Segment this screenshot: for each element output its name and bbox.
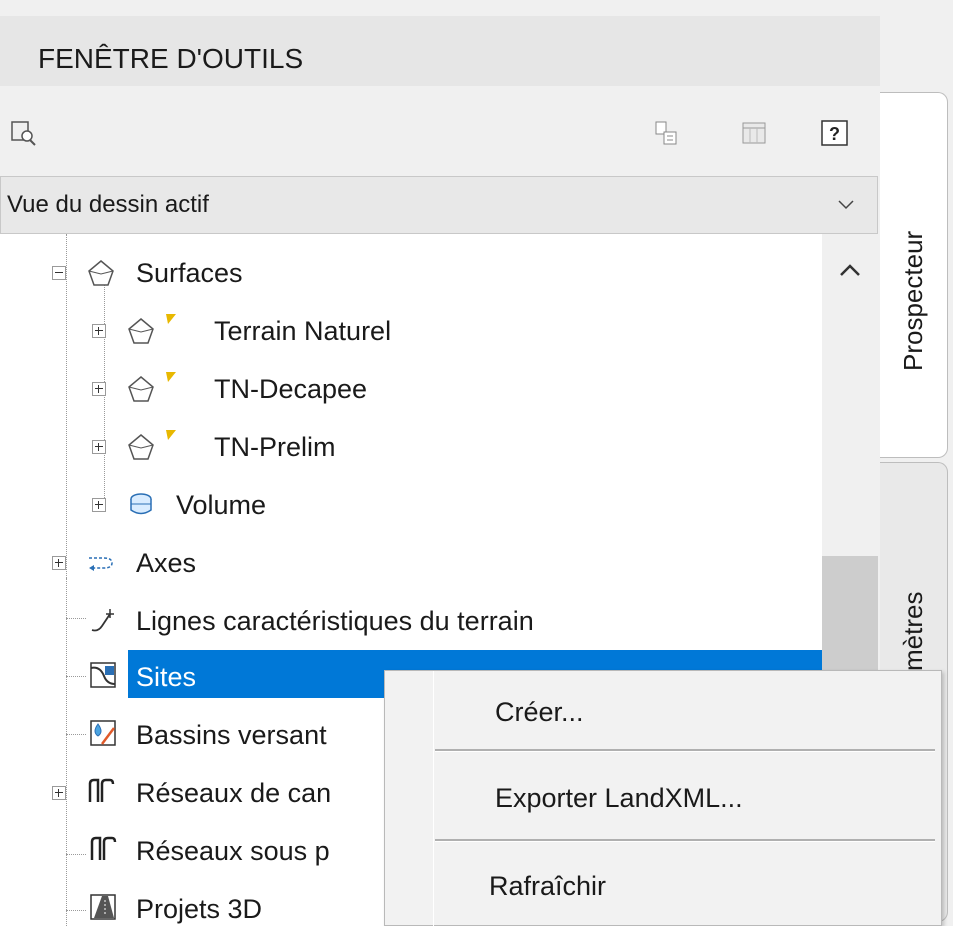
surface-icon (88, 260, 114, 286)
expand-toggle[interactable] (52, 786, 66, 800)
tree-item-label: Axes (136, 548, 197, 578)
toolbar: ? (0, 96, 880, 166)
pipe-network-icon (88, 778, 115, 802)
tree-item-label: TN-Prelim (214, 432, 336, 462)
expand-toggle[interactable] (52, 556, 66, 570)
table-view-icon (742, 122, 766, 144)
expand-toggle[interactable] (92, 440, 106, 454)
help-icon: ? (821, 120, 848, 146)
tree-item-label: Sites (136, 662, 197, 692)
table-view-button[interactable] (738, 116, 772, 150)
tree-item-volume[interactable]: Volume (0, 480, 820, 530)
tree-item-surfaces[interactable]: Surfaces (0, 248, 820, 298)
tree-item-label: Bassins versant (136, 720, 327, 750)
copy-properties-button[interactable] (650, 116, 684, 150)
copy-properties-icon (655, 121, 677, 145)
menu-item-rafraichir[interactable]: Rafraîchir (385, 857, 941, 917)
tree-item-terrain-naturel[interactable]: Terrain Naturel (0, 306, 820, 356)
window-title: FENÊTRE D'OUTILS (38, 43, 304, 74)
scroll-up-arrow-icon[interactable] (838, 262, 862, 278)
chevron-down-icon (838, 200, 854, 210)
surface-icon (128, 376, 154, 402)
tree-item-label: Réseaux de can (136, 778, 332, 808)
expand-toggle[interactable] (92, 324, 106, 338)
tree-item-tn-prelim[interactable]: TN-Prelim (0, 422, 820, 472)
pressure-network-icon (90, 836, 117, 860)
expand-toggle[interactable] (92, 498, 106, 512)
menu-item-label: Exporter LandXML... (495, 783, 743, 813)
alignment-icon (89, 557, 113, 571)
tab-prospecteur[interactable]: Prospecteur (880, 92, 948, 458)
menu-item-creer[interactable]: Créer... (385, 683, 941, 743)
menu-item-label: Créer... (495, 697, 584, 727)
menu-item-exporter-landxml[interactable]: Exporter LandXML... (385, 769, 941, 829)
site-icon (90, 662, 116, 688)
catchment-icon (90, 720, 116, 746)
corridor-icon (90, 894, 116, 920)
volume-surface-icon (130, 493, 152, 515)
view-select[interactable]: Vue du dessin actif (0, 176, 878, 234)
menu-separator (435, 839, 935, 842)
tree-item-label: Réseaux sous p (136, 836, 330, 866)
title-bar: FENÊTRE D'OUTILS (0, 16, 880, 86)
expand-toggle[interactable] (92, 382, 106, 396)
warning-flag-icon (166, 430, 176, 440)
tree-item-label: Terrain Naturel (214, 316, 392, 346)
svg-text:?: ? (829, 124, 840, 144)
zoom-to-object-button[interactable] (8, 116, 42, 150)
tree-item-label: TN-Decapee (214, 374, 368, 404)
tree-item-label: Lignes caractéristiques du terrain (136, 606, 534, 636)
tree-item-label: Surfaces (136, 258, 243, 288)
tree-item-lignes-caracteristiques[interactable]: Lignes caractéristiques du terrain (0, 596, 820, 646)
surface-icon (128, 434, 154, 460)
toolspace-window: FENÊTRE D'OUTILS ? Vue du dessin actif S… (0, 0, 953, 926)
tree-item-label: Volume (176, 490, 267, 520)
menu-item-label: Rafraîchir (489, 871, 607, 901)
warning-flag-icon (166, 314, 176, 324)
menu-separator (435, 749, 935, 752)
tab-label: Prospecteur (898, 230, 928, 371)
tree-item-tn-decapee[interactable]: TN-Decapee (0, 364, 820, 414)
view-select-value: Vue du dessin actif (7, 191, 209, 218)
warning-flag-icon (166, 372, 176, 382)
feature-line-icon (91, 609, 114, 632)
surface-icon (128, 318, 154, 344)
tree-item-label: Projets 3D (136, 894, 263, 924)
collapse-toggle[interactable] (52, 266, 66, 280)
tree-item-axes[interactable]: Axes (0, 538, 820, 588)
help-button[interactable]: ? (818, 116, 852, 150)
context-menu: Créer... Exporter LandXML... Rafraîchir (384, 670, 942, 926)
tab-label: mètres (898, 591, 928, 671)
zoom-to-object-icon (11, 121, 36, 146)
